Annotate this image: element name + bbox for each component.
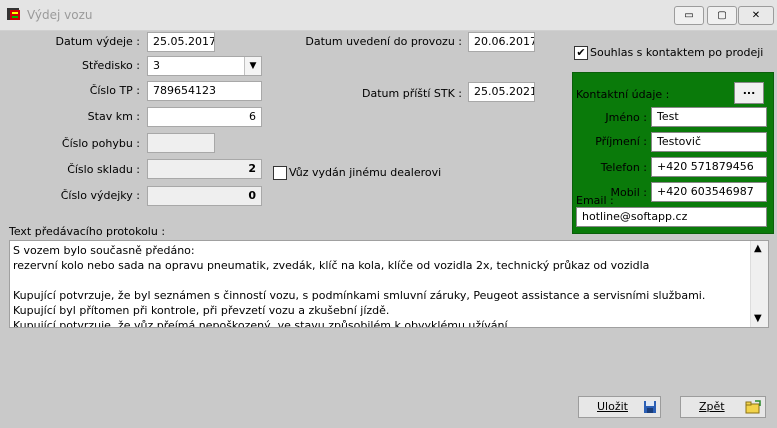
datum-uvedeni-label: Datum uvedení do provozu : — [305, 35, 462, 48]
protocol-label: Text předávacího protokolu : — [9, 225, 166, 238]
email-field[interactable]: hotline@softapp.cz — [576, 207, 767, 227]
maximize-button[interactable]: ▢ — [707, 6, 737, 25]
close-button[interactable]: ✕ — [738, 6, 774, 25]
mobil-field[interactable]: +420 603546987 — [651, 182, 767, 202]
stredisko-label: Středisko : — [81, 59, 140, 72]
cislo-vydejky-label: Číslo výdejky : — [60, 189, 140, 202]
maximize-icon: ▢ — [717, 10, 727, 21]
zpet-label: Zpět — [699, 400, 725, 413]
zpet-button[interactable]: Zpět — [680, 396, 766, 418]
close-icon: ✕ — [751, 10, 761, 21]
cislo-skladu-label: Číslo skladu : — [67, 163, 140, 176]
datum-stk-field[interactable]: 25.05.2021 0 — [468, 82, 535, 102]
prijmeni-label: Příjmení : — [595, 135, 647, 148]
contact-more-button[interactable]: ... — [734, 82, 764, 104]
souhlas-label: Souhlas s kontaktem po prodeji — [590, 46, 764, 59]
cislo-vydejky-field: 0 — [147, 186, 262, 206]
stredisko-value: 3 — [153, 59, 160, 72]
window-title: Výdej vozu — [27, 8, 93, 22]
datum-vydeje-field[interactable]: 25.05.2017 0 — [147, 32, 215, 52]
scroll-down-icon[interactable]: ▼ — [754, 313, 762, 324]
form-body: Datum výdeje : 25.05.2017 0 Středisko : … — [6, 31, 774, 423]
email-label: Email : — [576, 194, 614, 207]
vuz-vydan-checkbox[interactable] — [273, 166, 287, 180]
minimize-button[interactable]: ▭ — [674, 6, 704, 25]
title-bar: Výdej vozu ▭ ▢ ✕ — [0, 0, 777, 31]
prijmeni-field[interactable]: Testovič — [651, 132, 767, 152]
ulozit-label: Uložit — [597, 400, 628, 413]
souhlas-checkbox[interactable]: ✔ — [574, 46, 588, 60]
cislo-pohybu-label: Číslo pohybu : — [61, 137, 140, 150]
cislo-tp-label: Číslo TP : — [89, 84, 140, 97]
chevron-down-icon[interactable]: ▼ — [244, 57, 261, 75]
cislo-tp-field[interactable]: 789654123 — [147, 81, 262, 101]
kontaktni-udaje-label: Kontaktní údaje : — [576, 88, 670, 101]
vuz-vydan-label: Vůz vydán jinému dealerovi — [289, 166, 442, 179]
stav-km-field[interactable]: 6 — [147, 107, 262, 127]
telefon-label: Telefon : — [600, 161, 647, 174]
vertical-scrollbar[interactable]: ▲ ▼ — [750, 241, 768, 327]
jmeno-field[interactable]: Test — [651, 107, 767, 127]
cislo-pohybu-field — [147, 133, 215, 153]
contact-panel: Kontaktní údaje : ... Jméno : Test Příjm… — [572, 72, 774, 234]
datum-vydeje-label: Datum výdeje : — [55, 35, 140, 48]
app-icon — [7, 8, 20, 20]
exit-folder-icon — [745, 400, 761, 414]
telefon-field[interactable]: +420 571879456 — [651, 157, 767, 177]
stav-km-label: Stav km : — [87, 110, 140, 123]
cislo-skladu-field: 2 — [147, 159, 262, 179]
protocol-textarea[interactable]: S vozem bylo současně předáno: rezervní … — [9, 240, 769, 328]
datum-uvedeni-field[interactable]: 20.06.2017 0 — [468, 32, 535, 52]
check-icon: ✔ — [576, 46, 586, 59]
stredisko-select[interactable]: 3 ▼ — [147, 56, 262, 76]
ulozit-button[interactable]: Uložit — [578, 396, 661, 418]
jmeno-label: Jméno : — [605, 111, 647, 124]
save-icon — [644, 401, 656, 413]
scroll-up-icon[interactable]: ▲ — [754, 243, 762, 254]
protocol-text: S vozem bylo současně předáno: rezervní … — [13, 244, 706, 328]
minimize-icon: ▭ — [684, 10, 694, 21]
datum-stk-label: Datum příští STK : — [362, 87, 462, 100]
